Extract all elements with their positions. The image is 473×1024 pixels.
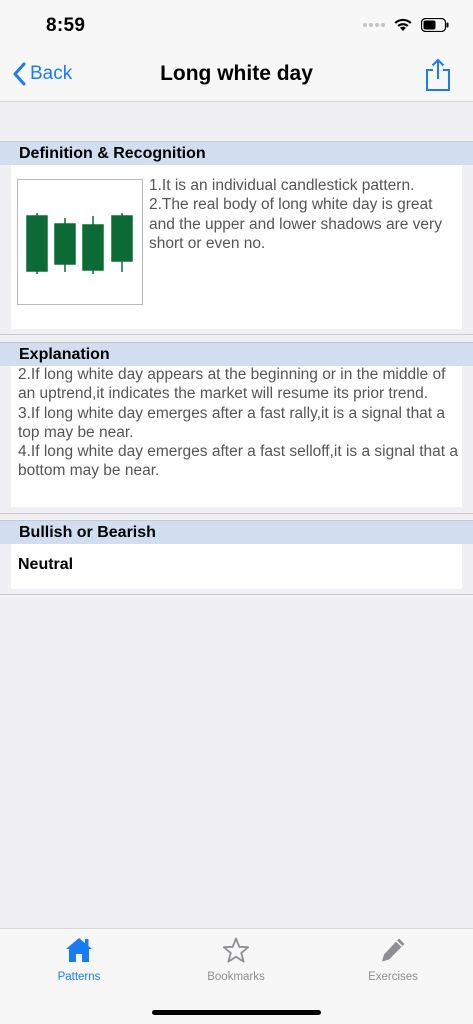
star-icon bbox=[222, 937, 250, 963]
home-indicator bbox=[152, 1010, 321, 1015]
tab-exercises[interactable]: Exercises bbox=[333, 937, 453, 983]
candlestick-image bbox=[17, 179, 143, 305]
tab-bookmarks-label: Bookmarks bbox=[207, 971, 265, 983]
page-title: Long white day bbox=[160, 62, 313, 85]
navigation-bar: Back Long white day bbox=[0, 50, 473, 102]
tab-patterns-label: Patterns bbox=[57, 971, 101, 983]
bullish-bearish-header: Bullish or Bearish bbox=[0, 520, 473, 544]
bullish-bearish-section: Neutral bbox=[0, 544, 473, 595]
definition-text: 1.It is an individual candlestick patter… bbox=[149, 177, 442, 252]
battery-icon bbox=[421, 17, 449, 32]
tab-bookmarks[interactable]: Bookmarks bbox=[176, 937, 296, 983]
share-icon bbox=[426, 58, 450, 91]
pencil-icon bbox=[382, 938, 405, 962]
status-bar: 8:59 bbox=[0, 0, 473, 50]
signal-icon bbox=[363, 22, 385, 27]
explanation-header: Explanation bbox=[0, 342, 473, 366]
definition-header: Definition & Recognition bbox=[0, 141, 473, 165]
explanation-section: 2.If long white day appears at the begin… bbox=[0, 365, 473, 514]
explanation-text: 2.If long white day appears at the begin… bbox=[18, 366, 458, 480]
explanation-box[interactable]: 2.If long white day appears at the begin… bbox=[11, 365, 462, 507]
candlestick-chart-icon bbox=[26, 213, 133, 274]
definition-box: 1.It is an individual candlestick patter… bbox=[11, 165, 462, 329]
share-button[interactable] bbox=[425, 58, 451, 97]
definition-section: 1.It is an individual candlestick patter… bbox=[0, 165, 473, 335]
status-time: 8:59 bbox=[46, 15, 86, 36]
bullish-bearish-box: Neutral bbox=[11, 544, 462, 589]
bullish-bearish-value: Neutral bbox=[18, 556, 74, 573]
tab-patterns[interactable]: Patterns bbox=[19, 937, 139, 983]
tab-exercises-label: Exercises bbox=[368, 971, 418, 983]
home-icon bbox=[66, 938, 92, 962]
wifi-icon bbox=[394, 18, 412, 31]
section-spacer bbox=[0, 335, 473, 342]
status-icons bbox=[363, 17, 449, 32]
